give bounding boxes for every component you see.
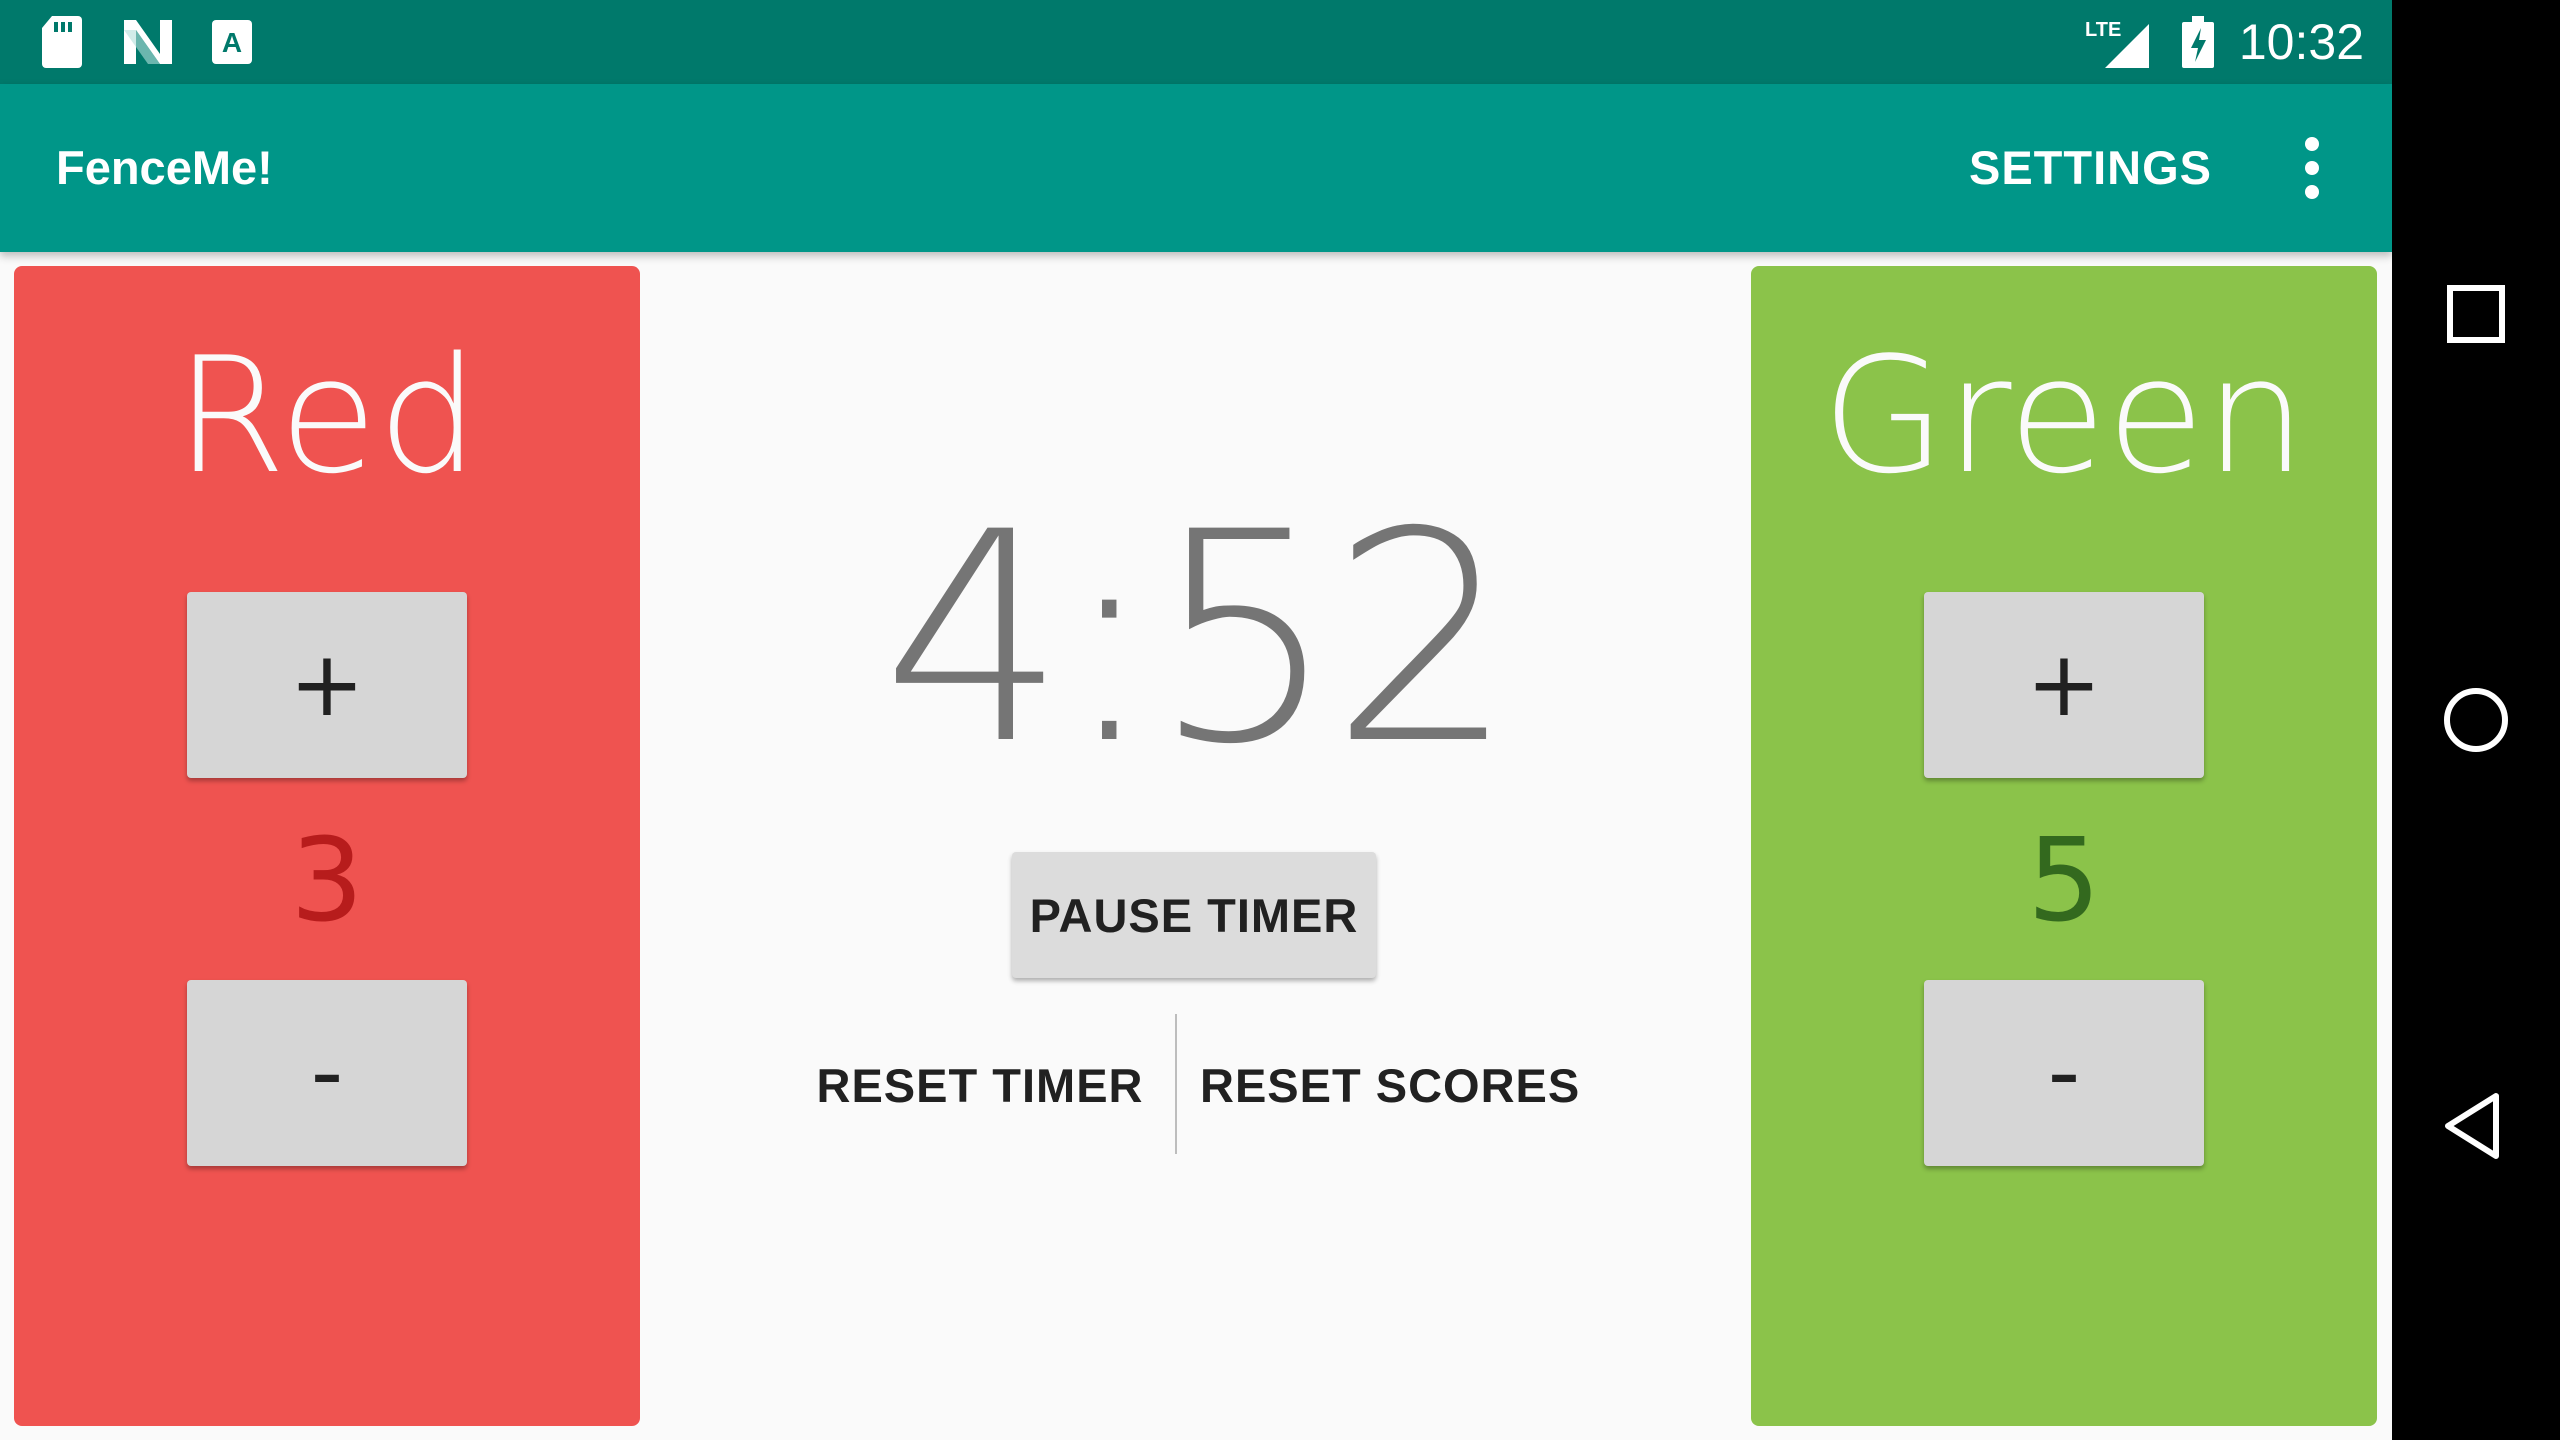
red-minus-button[interactable]: - xyxy=(187,980,467,1166)
red-panel: Red + 3 - xyxy=(14,266,640,1426)
red-name: Red xyxy=(175,322,479,509)
timer-display: 4:52 xyxy=(881,471,1515,808)
lte-signal-icon: LTE xyxy=(2085,19,2149,68)
back-triangle-icon[interactable] xyxy=(2436,1086,2516,1166)
app-screen: A LTE 10:32 FenceMe! SETTINGS Red + 3 - … xyxy=(0,0,2392,1440)
pause-timer-button[interactable]: PAUSE TIMER xyxy=(1012,852,1376,978)
reset-timer-button[interactable]: RESET TIMER xyxy=(810,1040,1150,1130)
red-plus-button[interactable]: + xyxy=(187,592,467,778)
app-title: FenceMe! xyxy=(56,141,273,194)
green-panel: Green + 5 - xyxy=(1751,266,2377,1426)
status-time: 10:32 xyxy=(2238,14,2364,70)
more-vert-icon[interactable] xyxy=(2292,134,2332,202)
network-label: LTE xyxy=(2085,19,2121,41)
battery-charging-icon xyxy=(2182,16,2214,68)
svg-text:A: A xyxy=(222,27,242,58)
green-plus-button[interactable]: + xyxy=(1924,592,2204,778)
red-score: 3 xyxy=(290,814,364,948)
sd-card-icon xyxy=(42,16,82,68)
navigation-bar xyxy=(2392,0,2560,1440)
settings-button[interactable]: SETTINGS xyxy=(1969,138,2212,198)
green-minus-button[interactable]: - xyxy=(1924,980,2204,1166)
reset-scores-button[interactable]: RESET SCORES xyxy=(1200,1040,1580,1130)
recents-square-icon[interactable] xyxy=(2436,274,2516,354)
app-bar: FenceMe! SETTINGS xyxy=(0,84,2392,252)
n-logo-icon xyxy=(124,20,172,64)
status-bar: A LTE 10:32 xyxy=(0,0,2392,84)
text-a-icon: A xyxy=(212,20,252,64)
home-circle-icon[interactable] xyxy=(2436,680,2516,760)
green-name: Green xyxy=(1821,322,2307,509)
button-divider xyxy=(1175,1014,1177,1154)
green-score: 5 xyxy=(2027,814,2101,948)
